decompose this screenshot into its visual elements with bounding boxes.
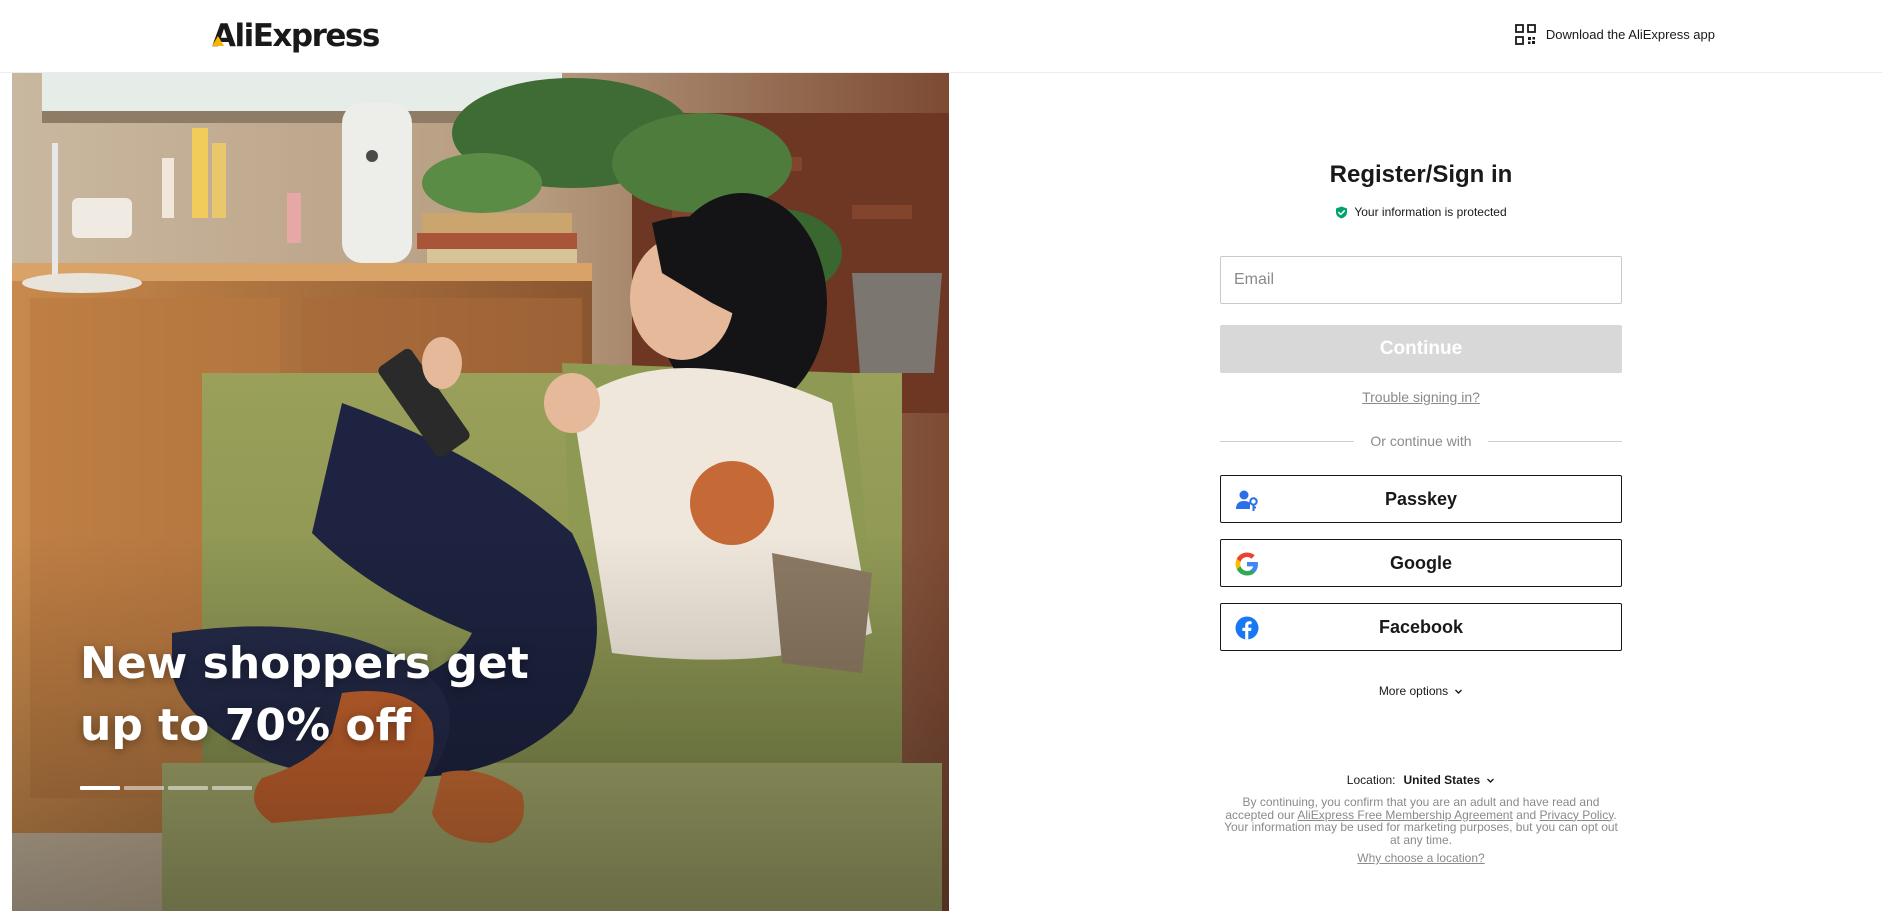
site-header: AliExpress Download the AliExpress app (0, 0, 1882, 73)
chevron-down-icon (1455, 689, 1463, 694)
google-button[interactable]: Google (1220, 539, 1622, 587)
email-input[interactable] (1220, 256, 1622, 304)
location-label: Location: (1346, 773, 1396, 787)
download-app-link[interactable]: Download the AliExpress app (1514, 24, 1715, 45)
carousel-indicator (80, 786, 252, 790)
or-divider: Or continue with (1220, 433, 1623, 449)
download-app-label: Download the AliExpress app (1545, 27, 1715, 42)
divider-line (1220, 440, 1355, 442)
chevron-down-icon (1487, 778, 1495, 783)
facebook-label: Facebook (1378, 616, 1464, 637)
hero-banner[interactable]: New shoppers get up to 70% off (12, 73, 949, 911)
more-options-label: More options (1378, 684, 1449, 698)
google-label: Google (1390, 552, 1452, 573)
passkey-label: Passkey (1384, 488, 1458, 509)
or-continue-label: Or continue with (1370, 433, 1472, 449)
facebook-button[interactable]: Facebook (1220, 603, 1622, 651)
more-options-toggle[interactable]: More options (1220, 684, 1622, 698)
continue-button[interactable]: Continue (1220, 325, 1622, 373)
carousel-dot[interactable] (124, 786, 164, 790)
passkey-icon (1236, 490, 1258, 511)
logo-text: AliExpress (212, 18, 380, 54)
shield-check-icon (1336, 206, 1348, 218)
carousel-dot[interactable] (168, 786, 208, 790)
location-row: Location: United States (1220, 773, 1622, 787)
google-icon (1235, 552, 1258, 576)
page-title: Register/Sign in (1329, 161, 1513, 188)
terms-notice: By continuing, you confirm that you are … (1220, 796, 1622, 846)
trouble-signing-in-link[interactable]: Trouble signing in? (1220, 389, 1622, 405)
logo-mark-icon (212, 36, 224, 46)
why-choose-location-link[interactable]: Why choose a location? (1220, 851, 1622, 865)
aliexpress-logo[interactable]: AliExpress (212, 16, 380, 56)
hero-headline: New shoppers get up to 70% off (80, 638, 529, 751)
divider-line (1487, 440, 1623, 442)
facebook-icon (1235, 616, 1259, 640)
qr-code-icon (1514, 24, 1536, 45)
carousel-dot[interactable] (80, 786, 120, 790)
location-select[interactable]: United States (1404, 773, 1496, 787)
location-value: United States (1403, 773, 1481, 787)
security-notice: Your information is protected (1220, 205, 1622, 219)
carousel-dot[interactable] (212, 786, 252, 790)
security-notice-text: Your information is protected (1354, 205, 1507, 219)
passkey-button[interactable]: Passkey (1220, 475, 1622, 523)
